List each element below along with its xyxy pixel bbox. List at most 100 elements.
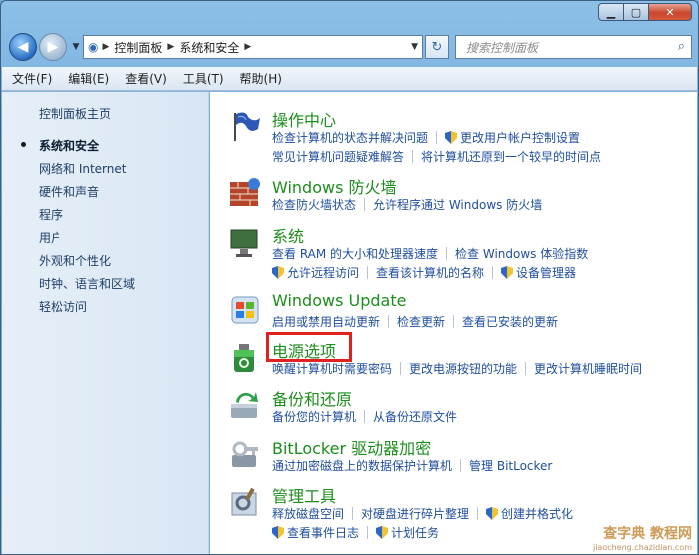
firewall-icon[interactable]	[228, 176, 262, 210]
link-separator	[412, 150, 414, 163]
task-link[interactable]: 检查防火墙状态	[272, 196, 356, 213]
forward-arrow-icon: ▶	[47, 39, 59, 55]
sidebar-item-hardware[interactable]: 硬件和声音	[39, 183, 99, 200]
task-link[interactable]: 管理 BitLocker	[469, 457, 552, 474]
link-separator	[492, 266, 494, 279]
task-link[interactable]: 唤醒计算机时需要密码	[272, 360, 392, 377]
breadcrumb-separator-icon[interactable]: ▶	[167, 42, 174, 52]
link-separator	[525, 362, 527, 375]
sidebar-item-home[interactable]: 控制面板主页	[39, 105, 111, 122]
back-button[interactable]: ◀	[9, 33, 37, 61]
task-link[interactable]: 计划任务	[391, 524, 439, 541]
navigation-bar: ◀ ▶ ▼ ◉ ▶ 控制面板 ▶ 系统和安全 ▶ ▼ ↻ 搜索控制面板 ⌕	[9, 33, 692, 61]
breadcrumb-control-panel[interactable]: 控制面板	[114, 39, 162, 56]
control-panel-window: ▁ ▢ ✕ ◀ ▶ ▼ ◉ ▶ 控制面板 ▶ 系统和安全 ▶ ▼ ↻ 搜索控制面…	[0, 0, 699, 555]
task-link[interactable]: 设备管理器	[516, 264, 576, 281]
sidebar-item-user-accounts[interactable]: 用户帐户和家庭安全	[39, 229, 59, 246]
task-link[interactable]: 允许远程访问	[287, 264, 359, 281]
forward-button[interactable]: ▶	[39, 33, 67, 61]
sidebar-item-appearance[interactable]: 外观和个性化	[39, 252, 111, 269]
task-link[interactable]: 检查更新	[397, 313, 445, 330]
breadcrumb-system-security[interactable]: 系统和安全	[179, 39, 239, 56]
category-links-row: 启用或禁用自动更新 检查更新 查看已安装的更新	[272, 313, 558, 330]
watermark: 查字典 教程网 jiaocheng.chazidian.com	[593, 523, 692, 552]
sidebar-item-ease-of-access[interactable]: 轻松访问	[39, 298, 87, 315]
task-link[interactable]: 释放磁盘空间	[272, 505, 344, 522]
refresh-button[interactable]: ↻	[425, 35, 449, 59]
link-separator	[364, 410, 366, 423]
address-bar[interactable]: ◉ ▶ 控制面板 ▶ 系统和安全 ▶ ▼	[83, 35, 423, 59]
task-link[interactable]: 查看已安装的更新	[462, 313, 558, 330]
task-link[interactable]: 更改计算机睡眠时间	[534, 360, 642, 377]
task-link[interactable]: 更改用户帐户控制设置	[460, 129, 580, 146]
category-links-row: 允许远程访问 查看该计算机的名称 设备管理器	[272, 264, 576, 281]
menu-file[interactable]: 文件(F)	[12, 70, 52, 87]
watermark-sub: jiaocheng.chazidian.com	[592, 543, 692, 552]
system-icon[interactable]	[228, 225, 262, 259]
task-link[interactable]: 通过加密磁盘上的数据保护计算机	[272, 457, 452, 474]
task-link[interactable]: 从备份还原文件	[373, 408, 457, 425]
category-title[interactable]: 备份和还原	[272, 386, 352, 410]
back-arrow-icon: ◀	[17, 39, 29, 55]
address-dropdown-icon[interactable]: ▼	[411, 42, 418, 52]
task-link[interactable]: 常见计算机问题疑难解答	[272, 148, 404, 165]
task-link[interactable]: 对硬盘进行碎片整理	[361, 505, 469, 522]
windows-update-icon[interactable]	[228, 293, 262, 327]
sidebar-item-clock-language[interactable]: 时钟、语言和区域	[39, 275, 135, 292]
sidebar-item-system-security[interactable]: 系统和安全	[39, 137, 99, 154]
caption-buttons: ▁ ▢ ✕	[598, 3, 692, 21]
flag-icon[interactable]	[228, 109, 262, 143]
recent-pages-dropdown[interactable]: ▼	[69, 42, 83, 52]
category-title[interactable]: 电源选项	[272, 338, 336, 362]
uac-shield-icon	[486, 507, 499, 520]
category-links-row: 检查计算机的状态并解决问题 更改用户帐户控制设置	[272, 129, 580, 146]
task-link[interactable]: 检查 Windows 体验指数	[455, 245, 588, 262]
category-title[interactable]: 管理工具	[272, 483, 336, 507]
uac-shield-icon	[376, 526, 389, 539]
task-link[interactable]: 更改电源按钮的功能	[409, 360, 517, 377]
task-link[interactable]: 查看事件日志	[287, 524, 359, 541]
category-title[interactable]: Windows 防火墙	[272, 174, 397, 198]
category-title[interactable]: 系统	[272, 223, 304, 247]
category-links-row: 查看事件日志 计划任务	[272, 524, 439, 541]
search-input[interactable]: 搜索控制面板 ⌕	[455, 35, 692, 59]
uac-shield-icon	[272, 526, 284, 539]
task-link[interactable]: 查看该计算机的名称	[376, 264, 484, 281]
backup-icon[interactable]	[228, 388, 262, 422]
category-links-row: 通过加密磁盘上的数据保护计算机 管理 BitLocker	[272, 457, 552, 474]
search-icon[interactable]: ⌕	[678, 39, 685, 54]
category-links-row: 常见计算机问题疑难解答 将计算机还原到一个较早的时间点	[272, 148, 601, 165]
link-separator	[364, 198, 366, 211]
category-title[interactable]: 操作中心	[272, 107, 336, 131]
task-link[interactable]: 允许程序通过 Windows 防火墙	[373, 196, 542, 213]
menu-help[interactable]: 帮助(H)	[240, 70, 282, 87]
task-link[interactable]: 启用或禁用自动更新	[272, 313, 380, 330]
task-link[interactable]: 检查计算机的状态并解决问题	[272, 129, 428, 146]
menu-tools[interactable]: 工具(T)	[183, 70, 224, 87]
breadcrumb-separator-icon[interactable]: ▶	[102, 42, 109, 52]
menu-view[interactable]: 查看(V)	[125, 70, 167, 87]
link-separator	[388, 315, 390, 328]
power-icon[interactable]	[228, 340, 262, 374]
sidebar-item-network[interactable]: 网络和 Internet	[39, 160, 126, 177]
bitlocker-icon[interactable]	[228, 437, 262, 471]
sidebar-item-programs[interactable]: 程序	[39, 206, 63, 223]
menu-bar: 文件(F) 编辑(E) 查看(V) 工具(T) 帮助(H)	[2, 67, 697, 91]
search-placeholder: 搜索控制面板	[466, 40, 539, 55]
task-link[interactable]: 备份您的计算机	[272, 408, 356, 425]
close-button[interactable]: ✕	[648, 3, 692, 21]
category-links-row: 唤醒计算机时需要密码 更改电源按钮的功能 更改计算机睡眠时间	[272, 360, 642, 377]
category-title[interactable]: BitLocker 驱动器加密	[272, 435, 431, 459]
watermark-main: 查字典 教程网	[603, 526, 692, 542]
minimize-button[interactable]: ▁	[598, 3, 624, 21]
maximize-button[interactable]: ▢	[623, 3, 649, 21]
task-link[interactable]: 将计算机还原到一个较早的时间点	[421, 148, 601, 165]
task-link[interactable]: 查看 RAM 的大小和处理器速度	[272, 245, 438, 262]
admin-tools-icon[interactable]	[228, 485, 262, 519]
category-links-row: 查看 RAM 的大小和处理器速度 检查 Windows 体验指数	[272, 245, 588, 262]
menu-edit[interactable]: 编辑(E)	[68, 70, 109, 87]
category-title[interactable]: Windows Update	[272, 291, 406, 310]
task-link[interactable]: 创建并格式化	[501, 505, 573, 522]
breadcrumb-separator-icon[interactable]: ▶	[244, 42, 251, 52]
link-separator	[446, 247, 448, 260]
